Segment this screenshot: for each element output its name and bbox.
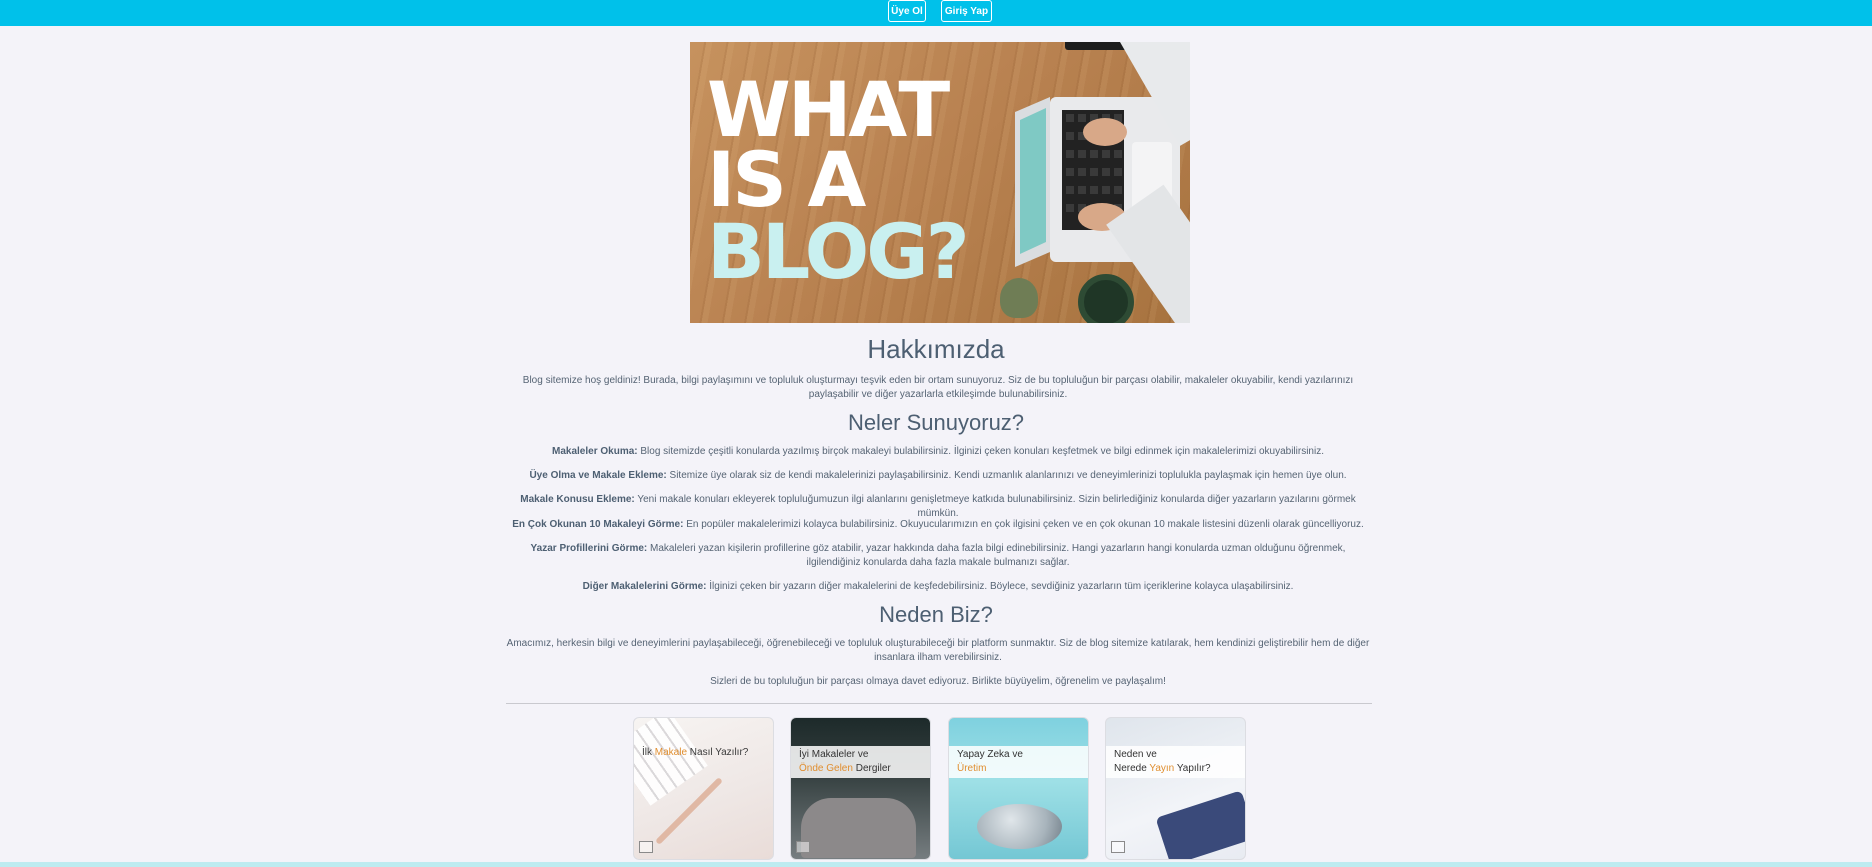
offer-item-text: En popüler makalelerimizi kolayca bulabi… (683, 519, 1364, 530)
coffee-cup-graphic (1078, 274, 1134, 323)
bottom-border (0, 862, 1872, 867)
article-card[interactable]: İlk Makale Nasıl Yazılır? (633, 717, 774, 860)
offer-item-text: Makaleleri yazan kişilerin profillerine … (647, 543, 1346, 568)
register-button[interactable]: Üye Ol (888, 0, 926, 22)
offer-item-label: Üye Olma ve Makale Ekleme: (529, 470, 667, 481)
section-divider (506, 703, 1372, 704)
login-button[interactable]: Giriş Yap (941, 0, 992, 22)
offer-item: Yazar Profillerini Görme: Makaleleri yaz… (506, 542, 1370, 570)
offer-item-label: Diğer Makalelerini Görme: (582, 581, 707, 592)
offer-item-text: İlginizi çeken bir yazarın diğer makalel… (706, 581, 1294, 592)
tablet-graphic (1155, 790, 1245, 859)
article-card-title: İyi Makaleler ve Önde Gelen Dergiler (791, 746, 930, 778)
offer-item-text: Blog sitemizde çeşitli konularda yazılmı… (637, 446, 1324, 457)
article-card[interactable]: Yapay Zeka ve Üretim (948, 717, 1089, 860)
plant-graphic (1000, 278, 1038, 318)
offer-item: Makaleler Okuma: Blog sitemizde çeşitli … (506, 445, 1370, 459)
offer-item: Üye Olma ve Makale Ekleme: Sitemize üye … (506, 469, 1370, 483)
top-nav-bar: Üye Ol Giriş Yap (0, 0, 1872, 26)
article-card-highlight: Yayın (1149, 763, 1175, 774)
offer-title: Neler Sunuyoruz? (847, 410, 1025, 435)
offer-item-label: En Çok Okunan 10 Makaleyi Görme: (512, 519, 684, 530)
article-card-title: Neden ve Nerede Yayın Yapılır? (1106, 746, 1245, 778)
offer-item-text: Sitemize üye olarak siz de kendi makalel… (666, 470, 1347, 481)
why-text: Amacımız, herkesin bilgi ve deneyimlerin… (506, 638, 1370, 663)
offer-item-label: Makale Konusu Ekleme: (520, 494, 635, 505)
why-title: Neden Biz? (879, 602, 993, 627)
about-text: Blog sitemize hoş geldiniz! Burada, bilg… (522, 375, 1354, 400)
article-card-title: Yapay Zeka ve Üretim (949, 746, 1088, 778)
hero-title-line: BLOG? (707, 207, 970, 296)
publisher-logo-icon (639, 841, 653, 853)
article-card-highlight: Üretim (957, 763, 987, 774)
offer-item-label: Makaleler Okuma: (552, 446, 638, 457)
offer-item: Diğer Makalelerini Görme: İlginizi çeken… (506, 580, 1370, 594)
article-card-highlight: Makale (654, 747, 688, 758)
invitation-text: Sizleri de bu topluluğun bir parçası olm… (710, 676, 1166, 687)
publisher-logo-icon (1111, 841, 1125, 853)
publisher-logo-icon (796, 841, 810, 853)
article-card[interactable]: Neden ve Nerede Yayın Yapılır? (1105, 717, 1246, 860)
offer-item-text: Yeni makale konuları ekleyerek topluluğu… (634, 494, 1356, 519)
laptop-hands-graphic (801, 798, 916, 858)
offer-item: Makale Konusu Ekleme: Yeni makale konula… (506, 493, 1370, 521)
article-card-highlight: Önde Gelen (799, 763, 853, 774)
article-card[interactable]: İyi Makaleler ve Önde Gelen Dergiler (790, 717, 931, 860)
about-title: Hakkımızda (867, 334, 1005, 364)
ai-brain-graphic (977, 804, 1062, 849)
article-card-title: İlk Makale Nasıl Yazılır? (642, 747, 749, 758)
offer-item-label: Yazar Profillerini Görme: (530, 543, 648, 554)
offer-item: En Çok Okunan 10 Makaleyi Görme: En popü… (506, 518, 1370, 532)
hero-image: WHAT IS A BLOG? (690, 42, 1190, 323)
